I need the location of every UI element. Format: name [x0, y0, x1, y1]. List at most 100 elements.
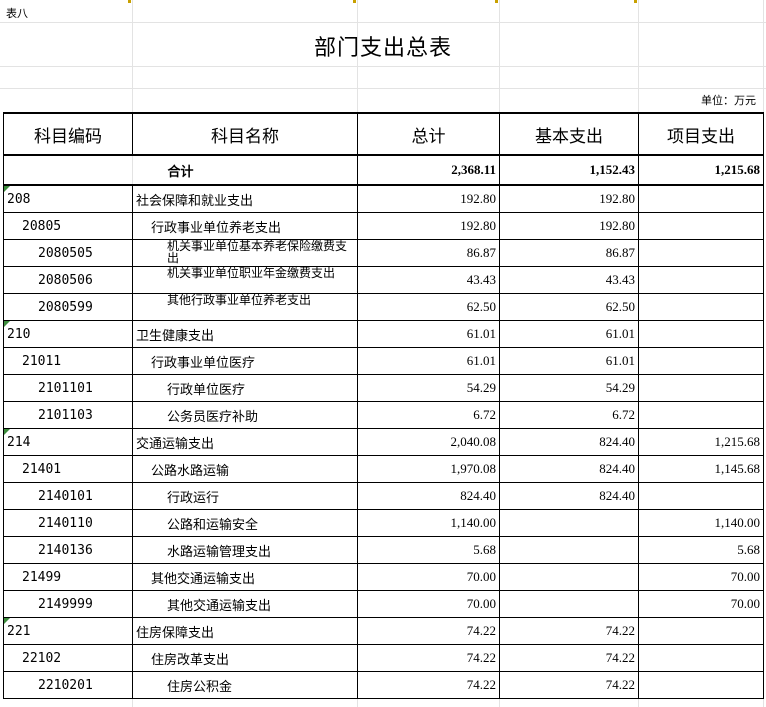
expenditure-table: 科目编码 科目名称 总计 基本支出 项目支出 合计 2,368.11 1,152…: [3, 112, 764, 699]
row-name: 机关事业单位基本养老保险缴费支出: [132, 239, 358, 267]
row-basic: [499, 509, 639, 537]
unit-label: 单位：万元: [701, 94, 756, 107]
table-row: 2080506 机关事业单位职业年金缴费支出 43.43 43.43: [3, 266, 764, 294]
row-project: 5.68: [638, 536, 764, 564]
row-total: 192.80: [357, 212, 500, 240]
row-total: 192.80: [357, 184, 500, 213]
header-row: 科目编码 科目名称 总计 基本支出 项目支出: [3, 112, 764, 156]
row-code: 2210201: [3, 671, 133, 699]
header-total: 总计: [357, 112, 500, 156]
row-basic: 824.40: [499, 428, 639, 456]
row-basic: 74.22: [499, 644, 639, 672]
row-code: 2101101: [3, 374, 133, 402]
header-project: 项目支出: [638, 112, 764, 156]
row-project: [638, 671, 764, 699]
table-row: 2149999 其他交通运输支出 70.00 70.00: [3, 590, 764, 618]
row-total: 70.00: [357, 590, 500, 618]
row-name: 住房改革支出: [132, 644, 358, 672]
row-name: 水路运输管理支出: [132, 536, 358, 564]
row-project: [638, 482, 764, 510]
table-row: 20805 行政事业单位养老支出 192.80 192.80: [3, 212, 764, 240]
row-total: 74.22: [357, 644, 500, 672]
table-row: 2101103 公务员医疗补助 6.72 6.72: [3, 401, 764, 429]
table-row: 2140136 水路运输管理支出 5.68 5.68: [3, 536, 764, 564]
row-total: 1,970.08: [357, 455, 500, 483]
row-total: 61.01: [357, 347, 500, 375]
row-name: 社会保障和就业支出: [132, 184, 358, 213]
row-basic: 74.22: [499, 617, 639, 645]
total-project: 1,215.68: [638, 154, 764, 186]
row-project: [638, 239, 764, 267]
row-name: 交通运输支出: [132, 428, 358, 456]
row-total: 824.40: [357, 482, 500, 510]
row-code: 2080506: [3, 266, 133, 294]
row-project: 1,145.68: [638, 455, 764, 483]
row-code: 2140136: [3, 536, 133, 564]
row-project: [638, 266, 764, 294]
row-total: 43.43: [357, 266, 500, 294]
table-row: 21499 其他交通运输支出 70.00 70.00: [3, 563, 764, 591]
table-row: 210 卫生健康支出 61.01 61.01: [3, 320, 764, 348]
row-name: 行政事业单位医疗: [132, 347, 358, 375]
row-total: 6.72: [357, 401, 500, 429]
row-code: 214: [3, 428, 133, 456]
table-row: 2080505 机关事业单位基本养老保险缴费支出 86.87 86.87: [3, 239, 764, 267]
row-total: 2,040.08: [357, 428, 500, 456]
row-name: 行政单位医疗: [132, 374, 358, 402]
row-name: 住房公积金: [132, 671, 358, 699]
row-project: 70.00: [638, 563, 764, 591]
table-row: 2140101 行政运行 824.40 824.40: [3, 482, 764, 510]
row-total: 61.01: [357, 320, 500, 348]
page-title: 部门支出总表: [313, 36, 452, 61]
table-row: 208 社会保障和就业支出 192.80 192.80: [3, 184, 764, 213]
row-name: 公务员医疗补助: [132, 401, 358, 429]
row-name: 行政事业单位养老支出: [132, 212, 358, 240]
row-project: 1,140.00: [638, 509, 764, 537]
row-code: 21011: [3, 347, 133, 375]
row-project: 1,215.68: [638, 428, 764, 456]
row-basic: [499, 563, 639, 591]
row-code: 2140101: [3, 482, 133, 510]
row-name: 卫生健康支出: [132, 320, 358, 348]
row-project: [638, 644, 764, 672]
row-basic: 824.40: [499, 482, 639, 510]
row-total: 62.50: [357, 293, 500, 321]
row-total: 1,140.00: [357, 509, 500, 537]
row-project: [638, 617, 764, 645]
row-basic: 6.72: [499, 401, 639, 429]
row-project: [638, 212, 764, 240]
row-code: 20805: [3, 212, 133, 240]
row-code: 2080599: [3, 293, 133, 321]
row-total: 70.00: [357, 563, 500, 591]
total-row: 合计 2,368.11 1,152.43 1,215.68: [3, 154, 764, 186]
column-header-marks: [0, 0, 766, 3]
row-code: 21401: [3, 455, 133, 483]
row-basic: 62.50: [499, 293, 639, 321]
row-basic: 192.80: [499, 184, 639, 213]
row-project: [638, 374, 764, 402]
row-name: 其他交通运输支出: [132, 590, 358, 618]
row-basic: 74.22: [499, 671, 639, 699]
row-total: 54.29: [357, 374, 500, 402]
row-project: [638, 184, 764, 213]
row-basic: [499, 590, 639, 618]
row-code: 21499: [3, 563, 133, 591]
row-basic: 192.80: [499, 212, 639, 240]
row-code: 2140110: [3, 509, 133, 537]
row-project: [638, 320, 764, 348]
row-name: 其他交通运输支出: [132, 563, 358, 591]
row-project: 70.00: [638, 590, 764, 618]
row-total: 74.22: [357, 671, 500, 699]
row-code: 221: [3, 617, 133, 645]
row-name: 机关事业单位职业年金缴费支出: [132, 266, 358, 294]
row-project: [638, 293, 764, 321]
row-project: [638, 401, 764, 429]
total-basic: 1,152.43: [499, 154, 639, 186]
header-basic: 基本支出: [499, 112, 639, 156]
table-row: 2210201 住房公积金 74.22 74.22: [3, 671, 764, 699]
sheet-label: 表八: [6, 7, 28, 20]
row-code: 2149999: [3, 590, 133, 618]
row-name: 住房保障支出: [132, 617, 358, 645]
row-basic: 61.01: [499, 347, 639, 375]
table-row: 21011 行政事业单位医疗 61.01 61.01: [3, 347, 764, 375]
